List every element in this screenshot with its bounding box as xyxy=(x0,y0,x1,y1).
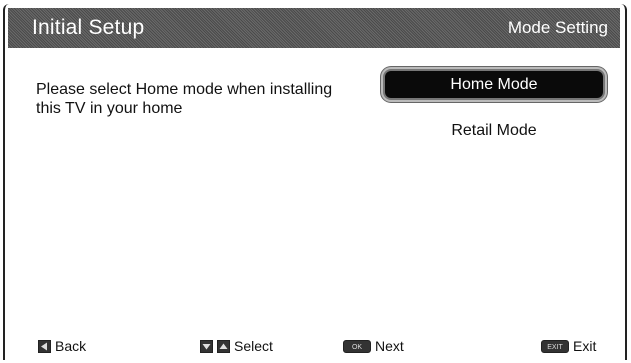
section-title: Mode Setting xyxy=(507,18,608,37)
down-arrow-icon xyxy=(200,339,213,353)
tv-screen-frame xyxy=(3,4,627,360)
next-hint[interactable]: OK Next xyxy=(343,338,404,354)
up-arrow-icon xyxy=(217,339,230,353)
title-bar: Initial Setup Mode Setting xyxy=(8,8,620,48)
back-hint[interactable]: Back xyxy=(38,338,86,354)
page-title: Initial Setup xyxy=(32,16,145,39)
instruction-text: Please select Home mode when installing … xyxy=(36,81,333,117)
button-guide-bar: Back Select OK Next EXIT Exit xyxy=(0,338,631,358)
home-mode-option[interactable]: Home Mode xyxy=(385,71,603,98)
exit-key-icon: EXIT xyxy=(541,339,569,353)
back-label: Back xyxy=(55,338,87,354)
exit-label: Exit xyxy=(573,338,597,354)
back-key-icon xyxy=(38,339,51,353)
ok-key-icon: OK xyxy=(343,339,371,353)
retail-mode-option[interactable]: Retail Mode xyxy=(385,117,603,144)
select-label: Select xyxy=(234,338,273,354)
next-label: Next xyxy=(375,338,404,354)
exit-hint[interactable]: EXIT Exit xyxy=(541,338,596,354)
select-hint[interactable]: Select xyxy=(200,338,273,354)
